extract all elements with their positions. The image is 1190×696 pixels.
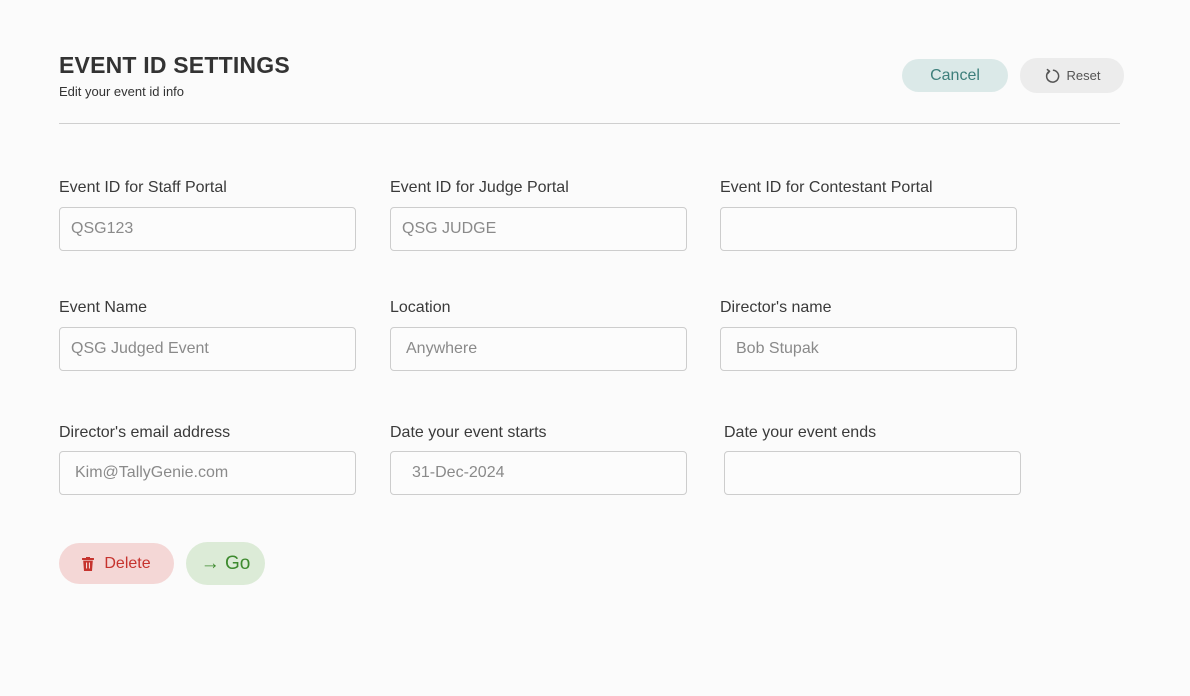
- event-name-input[interactable]: [59, 327, 356, 371]
- header-divider: [59, 123, 1120, 124]
- cancel-button[interactable]: Cancel: [902, 59, 1008, 92]
- page-subtitle: Edit your event id info: [59, 84, 185, 99]
- reset-button[interactable]: Reset: [1020, 58, 1124, 93]
- delete-button[interactable]: Delete: [59, 543, 174, 584]
- director-email-label: Director's email address: [59, 424, 231, 441]
- reset-icon: [1044, 68, 1060, 84]
- page-title: EVENT ID SETTINGS: [59, 52, 290, 78]
- director-name-label: Director's name: [720, 299, 832, 316]
- director-email-input[interactable]: [59, 451, 356, 495]
- end-date-input[interactable]: [724, 451, 1021, 495]
- location-label: Location: [390, 299, 451, 316]
- reset-button-label: Reset: [1066, 68, 1101, 83]
- contestant-portal-id-label: Event ID for Contestant Portal: [720, 179, 933, 196]
- cancel-button-label: Cancel: [930, 66, 980, 84]
- event-id-settings-page: EVENT ID SETTINGS Edit your event id inf…: [0, 0, 1190, 696]
- judge-portal-id-label: Event ID for Judge Portal: [390, 179, 569, 196]
- delete-button-label: Delete: [104, 554, 151, 572]
- judge-portal-id-input[interactable]: [390, 207, 687, 251]
- location-input[interactable]: [390, 327, 687, 371]
- staff-portal-id-label: Event ID for Staff Portal: [59, 179, 227, 196]
- end-date-label: Date your event ends: [724, 424, 877, 441]
- go-button-label: → Go: [200, 552, 251, 574]
- director-name-input[interactable]: [720, 327, 1017, 371]
- staff-portal-id-input[interactable]: [59, 207, 356, 251]
- contestant-portal-id-input[interactable]: [720, 207, 1017, 251]
- event-name-label: Event Name: [59, 299, 148, 316]
- start-date-input[interactable]: [390, 451, 687, 495]
- trash-icon: [82, 556, 95, 571]
- go-button[interactable]: → Go: [186, 542, 265, 585]
- start-date-label: Date your event starts: [390, 424, 547, 441]
